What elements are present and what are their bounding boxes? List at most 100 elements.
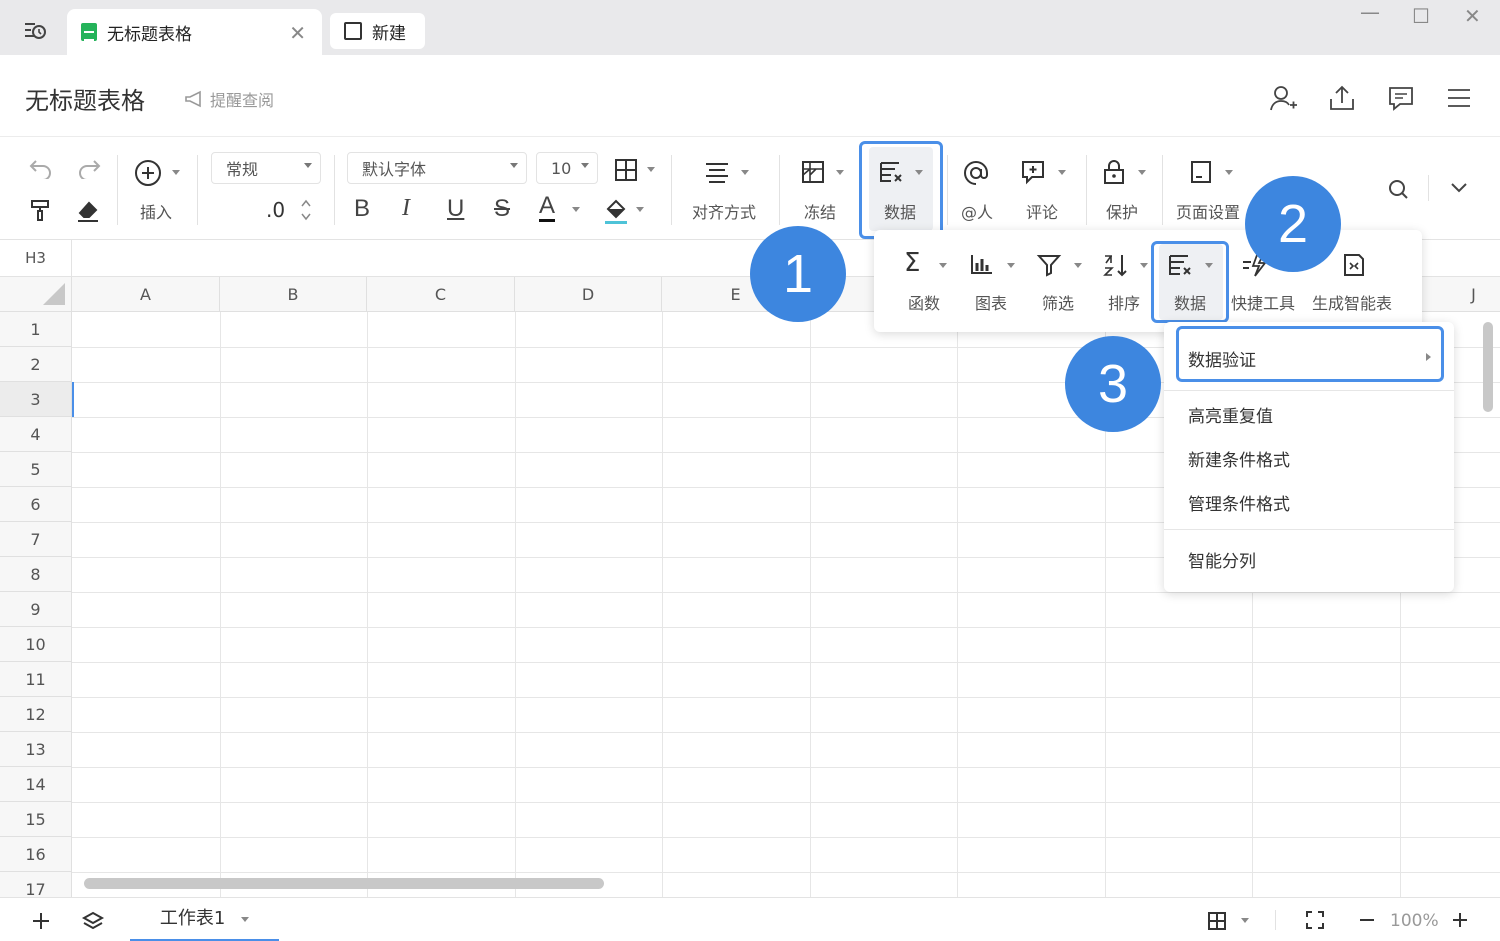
bold-button[interactable]: B (354, 195, 370, 223)
row-header[interactable]: 12 (0, 697, 72, 732)
sheet-tab-caret-icon[interactable] (241, 916, 250, 922)
sort-caret-icon[interactable] (1140, 263, 1148, 268)
fill-color-caret-icon[interactable] (636, 207, 644, 212)
at-mention-icon[interactable] (962, 159, 990, 187)
protect-caret-icon[interactable] (1138, 170, 1146, 175)
maximize-icon[interactable]: ☐ (1412, 4, 1430, 28)
share-upload-icon[interactable] (1327, 83, 1357, 113)
collapse-toolbar-icon[interactable] (1448, 179, 1470, 197)
function-button[interactable]: 函数 (908, 290, 940, 314)
row-header[interactable]: 4 (0, 417, 72, 452)
align-icon[interactable] (704, 161, 730, 183)
freeze-caret-icon[interactable] (836, 170, 844, 175)
menu-item-smart-split[interactable]: 智能分列 (1188, 547, 1256, 572)
comment-caret-icon[interactable] (1058, 170, 1066, 175)
border-grid-icon[interactable] (613, 157, 639, 183)
italic-button[interactable]: I (402, 195, 410, 222)
horizontal-scrollbar[interactable] (84, 878, 604, 889)
menu-item-manage-conditional-format[interactable]: 管理条件格式 (1188, 490, 1290, 515)
zoom-out-icon[interactable] (1358, 910, 1376, 930)
font-family-select[interactable]: 默认字体 (347, 152, 527, 184)
font-color-button[interactable]: A (539, 193, 556, 222)
row-header[interactable]: 8 (0, 557, 72, 592)
page-title[interactable]: 无标题表格 (25, 81, 145, 116)
vertical-scrollbar[interactable] (1483, 322, 1493, 412)
row-header-selected[interactable]: 3 (0, 382, 72, 417)
page-setup-label[interactable]: 页面设置 (1176, 199, 1240, 223)
decimal-stepper-icon[interactable] (300, 197, 312, 223)
menu-item-new-conditional-format[interactable]: 新建条件格式 (1188, 446, 1290, 471)
chart-button[interactable]: 图表 (975, 290, 1007, 314)
sheets-layers-icon[interactable] (81, 910, 105, 932)
decimal-format-button[interactable]: .0 (266, 198, 285, 222)
lock-icon[interactable] (1102, 159, 1126, 185)
view-caret-icon[interactable] (1241, 918, 1249, 923)
row-header[interactable]: 16 (0, 837, 72, 872)
sum-icon[interactable]: Σ (904, 248, 920, 278)
row-header[interactable]: 5 (0, 452, 72, 487)
remind-button[interactable]: 提醒查阅 (184, 87, 274, 111)
font-size-select[interactable]: 10 (536, 152, 598, 184)
row-header[interactable]: 13 (0, 732, 72, 767)
menu-item-highlight-duplicates[interactable]: 高亮重复值 (1188, 402, 1273, 427)
column-header[interactable]: A (72, 277, 220, 312)
select-all-corner[interactable] (0, 277, 72, 312)
sort-icon[interactable] (1102, 252, 1130, 278)
history-icon[interactable] (22, 18, 48, 44)
zoom-in-icon[interactable] (1450, 910, 1470, 930)
search-icon[interactable] (1386, 177, 1410, 201)
page-setup-caret-icon[interactable] (1225, 170, 1233, 175)
row-header[interactable]: 10 (0, 627, 72, 662)
freeze-icon[interactable] (800, 159, 826, 185)
row-header[interactable]: 17 (0, 872, 72, 897)
view-grid-icon[interactable] (1207, 911, 1227, 931)
minimize-icon[interactable]: — (1360, 0, 1380, 24)
add-sheet-icon[interactable] (30, 910, 52, 932)
add-collaborator-icon[interactable] (1268, 83, 1298, 113)
filter-caret-icon[interactable] (1074, 263, 1082, 268)
redo-icon[interactable] (76, 157, 102, 179)
smart-table-icon[interactable] (1341, 252, 1367, 278)
page-setup-icon[interactable] (1189, 159, 1213, 185)
tab-new[interactable]: 新建 (330, 13, 425, 49)
fill-color-icon[interactable] (602, 197, 630, 225)
column-header[interactable]: C (367, 277, 515, 312)
column-header[interactable]: D (515, 277, 662, 312)
comment-label[interactable]: 评论 (1026, 199, 1058, 223)
row-header[interactable]: 15 (0, 802, 72, 837)
insert-caret-icon[interactable] (172, 170, 180, 175)
tab-untitled-sheet[interactable]: 无标题表格 ✕ (67, 9, 322, 55)
row-header[interactable]: 14 (0, 767, 72, 802)
row-header[interactable]: 7 (0, 522, 72, 557)
row-header[interactable]: 6 (0, 487, 72, 522)
row-header[interactable]: 9 (0, 592, 72, 627)
comment-add-icon[interactable] (1020, 159, 1046, 185)
filter-button[interactable]: 筛选 (1042, 290, 1074, 314)
quick-tools-button[interactable]: 快捷工具 (1231, 290, 1295, 314)
column-header[interactable]: B (220, 277, 367, 312)
undo-icon[interactable] (28, 157, 54, 179)
sheet-tab-1[interactable]: 工作表1 (130, 898, 279, 941)
mention-label[interactable]: @人 (961, 199, 993, 223)
insert-label[interactable]: 插入 (140, 199, 172, 223)
function-caret-icon[interactable] (939, 263, 947, 268)
window-close-icon[interactable]: ✕ (1464, 4, 1481, 28)
border-caret-icon[interactable] (647, 167, 655, 172)
underline-button[interactable]: U (447, 195, 464, 223)
chart-caret-icon[interactable] (1007, 263, 1015, 268)
freeze-label[interactable]: 冻结 (804, 199, 836, 223)
number-format-select[interactable]: 常规 (211, 152, 321, 184)
cell-reference[interactable]: H3 (0, 240, 72, 277)
generate-smart-table-button[interactable]: 生成智能表 (1312, 290, 1392, 314)
strikethrough-button[interactable]: S (494, 195, 510, 223)
font-color-caret-icon[interactable] (572, 207, 580, 212)
format-painter-icon[interactable] (28, 197, 54, 223)
fullscreen-icon[interactable] (1305, 910, 1325, 930)
protect-label[interactable]: 保护 (1106, 199, 1138, 223)
row-header[interactable]: 11 (0, 662, 72, 697)
comments-icon[interactable] (1386, 83, 1416, 113)
row-header[interactable]: 1 (0, 312, 72, 347)
menu-icon[interactable] (1444, 83, 1474, 113)
eraser-icon[interactable] (75, 197, 101, 223)
sort-button[interactable]: 排序 (1108, 290, 1140, 314)
